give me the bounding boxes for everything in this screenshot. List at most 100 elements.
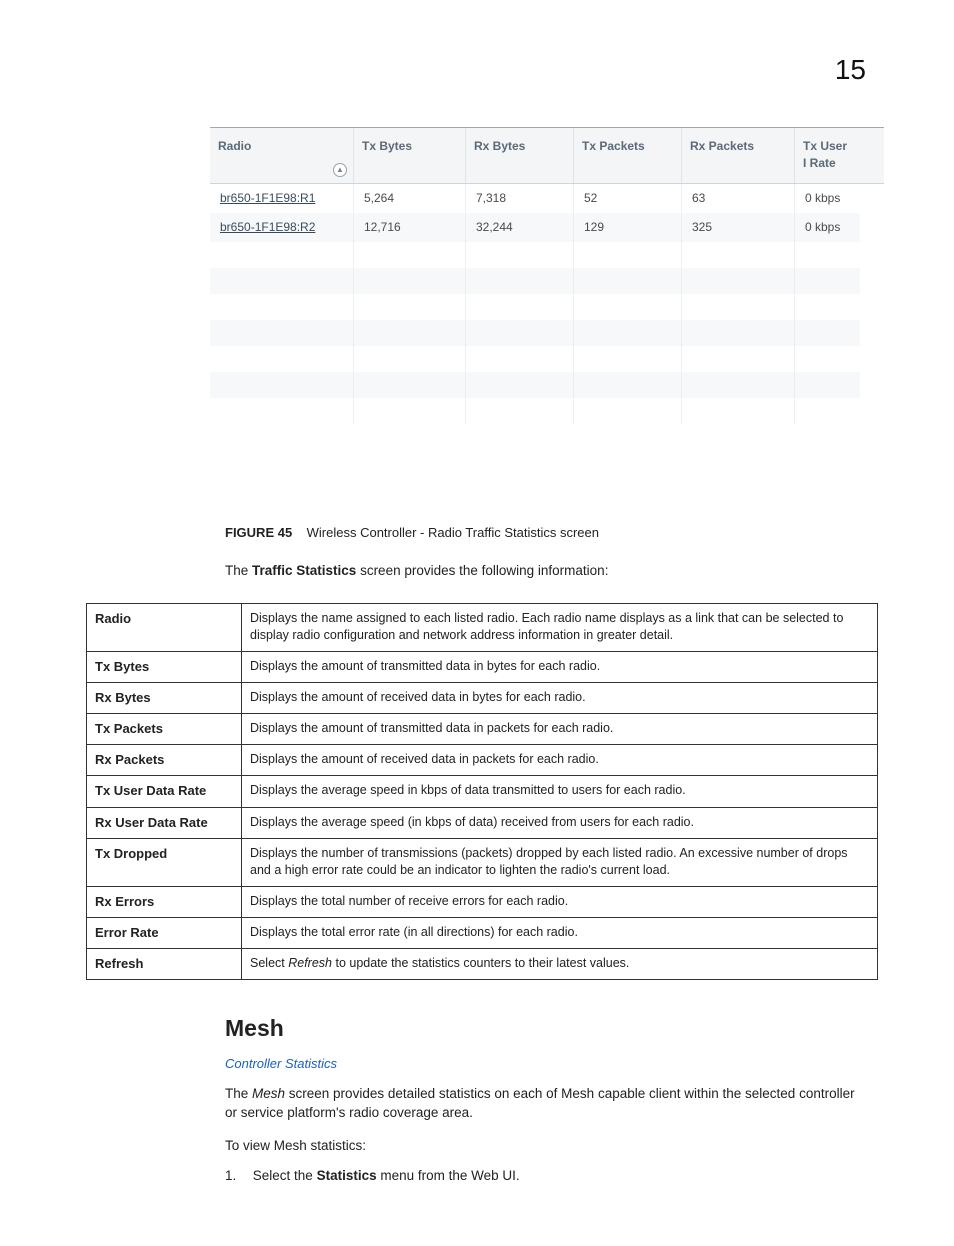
- mesh-para-em: Mesh: [252, 1086, 285, 1101]
- step-pre: Select the: [253, 1168, 317, 1183]
- definition-desc: Displays the amount of received data in …: [242, 682, 878, 713]
- radio-link[interactable]: br650-1F1E98:R1: [220, 191, 315, 205]
- cell-empty: [354, 372, 466, 398]
- definition-desc: Displays the name assigned to each liste…: [242, 603, 878, 651]
- definition-row: Error RateDisplays the total error rate …: [87, 917, 878, 948]
- radio-traffic-table: Radio ▲ Tx Bytes Rx Bytes Tx Packets Rx …: [210, 127, 884, 423]
- definition-desc: Select Refresh to update the statistics …: [242, 949, 878, 980]
- definition-desc: Displays the amount of transmitted data …: [242, 714, 878, 745]
- cell-empty: [354, 320, 466, 346]
- definition-row: Tx DroppedDisplays the number of transmi…: [87, 838, 878, 886]
- cell-empty: [210, 320, 354, 346]
- cell-tx-user-rate: 0 kbps: [795, 184, 860, 213]
- cell-empty: [682, 346, 795, 372]
- cell-radio: br650-1F1E98:R2: [210, 213, 354, 242]
- definition-term: Rx Errors: [87, 886, 242, 917]
- cell-empty: [210, 346, 354, 372]
- col-header-tx-user-rate[interactable]: Tx User I Rate: [795, 128, 860, 183]
- cell-empty: [682, 398, 795, 424]
- step-bold: Statistics: [317, 1168, 377, 1183]
- table-row-empty: [210, 372, 884, 398]
- definition-term: Tx User Data Rate: [87, 776, 242, 807]
- table-row: br650-1F1E98:R212,71632,2441293250 kbps: [210, 213, 884, 242]
- definition-row: Tx User Data RateDisplays the average sp…: [87, 776, 878, 807]
- mesh-step-1: 1. Select the Statistics menu from the W…: [225, 1167, 884, 1186]
- definition-row: RefreshSelect Refresh to update the stat…: [87, 949, 878, 980]
- definition-desc: Displays the total error rate (in all di…: [242, 917, 878, 948]
- col-header-rx-packets[interactable]: Rx Packets: [682, 128, 795, 183]
- mesh-para-post: screen provides detailed statistics on e…: [225, 1086, 855, 1120]
- definition-row: Rx ErrorsDisplays the total number of re…: [87, 886, 878, 917]
- cell-empty: [354, 294, 466, 320]
- table-header-row: Radio ▲ Tx Bytes Rx Bytes Tx Packets Rx …: [210, 128, 884, 184]
- cell-empty: [466, 398, 574, 424]
- definition-term: Tx Dropped: [87, 838, 242, 886]
- cell-empty: [795, 320, 860, 346]
- cell-rx-packets: 63: [682, 184, 795, 213]
- col-header-rx-bytes[interactable]: Rx Bytes: [466, 128, 574, 183]
- page-number: 15: [70, 50, 866, 89]
- definition-term: Rx User Data Rate: [87, 807, 242, 838]
- cell-tx-packets: 129: [574, 213, 682, 242]
- definition-row: Tx PacketsDisplays the amount of transmi…: [87, 714, 878, 745]
- definition-term: Radio: [87, 603, 242, 651]
- col-header-radio[interactable]: Radio ▲: [210, 128, 354, 183]
- cell-tx-packets: 52: [574, 184, 682, 213]
- definition-term: Rx Bytes: [87, 682, 242, 713]
- cell-tx-bytes: 5,264: [354, 184, 466, 213]
- cell-empty: [210, 294, 354, 320]
- cell-empty: [682, 242, 795, 268]
- intro-sentence: The Traffic Statistics screen provides t…: [225, 562, 884, 581]
- cell-empty: [682, 320, 795, 346]
- cell-empty: [354, 398, 466, 424]
- cell-empty: [795, 242, 860, 268]
- cell-empty: [354, 242, 466, 268]
- cell-empty: [354, 346, 466, 372]
- radio-link[interactable]: br650-1F1E98:R2: [220, 220, 315, 234]
- table-row-empty: [210, 320, 884, 346]
- cell-empty: [682, 294, 795, 320]
- cell-empty: [210, 372, 354, 398]
- table-row-empty: [210, 242, 884, 268]
- intro-pre: The: [225, 563, 252, 578]
- cell-empty: [574, 398, 682, 424]
- intro-bold: Traffic Statistics: [252, 563, 356, 578]
- definition-term: Refresh: [87, 949, 242, 980]
- definitions-table: RadioDisplays the name assigned to each …: [86, 603, 878, 981]
- cell-empty: [210, 268, 354, 294]
- definition-term: Rx Packets: [87, 745, 242, 776]
- cell-rx-bytes: 7,318: [466, 184, 574, 213]
- table-body: br650-1F1E98:R15,2647,31852630 kbpsbr650…: [210, 184, 884, 424]
- mesh-steps-intro: To view Mesh statistics:: [225, 1137, 884, 1156]
- figure-caption: FIGURE 45 Wireless Controller - Radio Tr…: [225, 524, 884, 542]
- cell-empty: [466, 294, 574, 320]
- definition-desc: Displays the amount of transmitted data …: [242, 651, 878, 682]
- mesh-subtitle-link[interactable]: Controller Statistics: [225, 1055, 884, 1073]
- cell-empty: [466, 268, 574, 294]
- col-header-tx-bytes[interactable]: Tx Bytes: [354, 128, 466, 183]
- definition-row: RadioDisplays the name assigned to each …: [87, 603, 878, 651]
- cell-empty: [574, 372, 682, 398]
- table-row: br650-1F1E98:R1 5,2647,31852630 kbps: [210, 184, 884, 213]
- cell-empty: [354, 268, 466, 294]
- definition-row: Tx BytesDisplays the amount of transmitt…: [87, 651, 878, 682]
- definition-desc: Displays the number of transmissions (pa…: [242, 838, 878, 886]
- col-header-tx-packets[interactable]: Tx Packets: [574, 128, 682, 183]
- cell-empty: [574, 346, 682, 372]
- cell-empty: [574, 242, 682, 268]
- cell-empty: [466, 372, 574, 398]
- cell-empty: [574, 320, 682, 346]
- cell-empty: [466, 242, 574, 268]
- table-row-empty: [210, 294, 884, 320]
- cell-radio: br650-1F1E98:R1: [210, 184, 354, 213]
- cell-tx-user-rate: 0 kbps: [795, 213, 860, 242]
- cell-empty: [210, 242, 354, 268]
- cell-empty: [574, 294, 682, 320]
- cell-rx-bytes: 32,244: [466, 213, 574, 242]
- table-row-empty: [210, 268, 884, 294]
- col-header-label: Radio: [218, 138, 251, 155]
- mesh-para-pre: The: [225, 1086, 252, 1101]
- sort-asc-icon[interactable]: ▲: [333, 163, 347, 177]
- cell-empty: [466, 346, 574, 372]
- table-row-empty: [210, 346, 884, 372]
